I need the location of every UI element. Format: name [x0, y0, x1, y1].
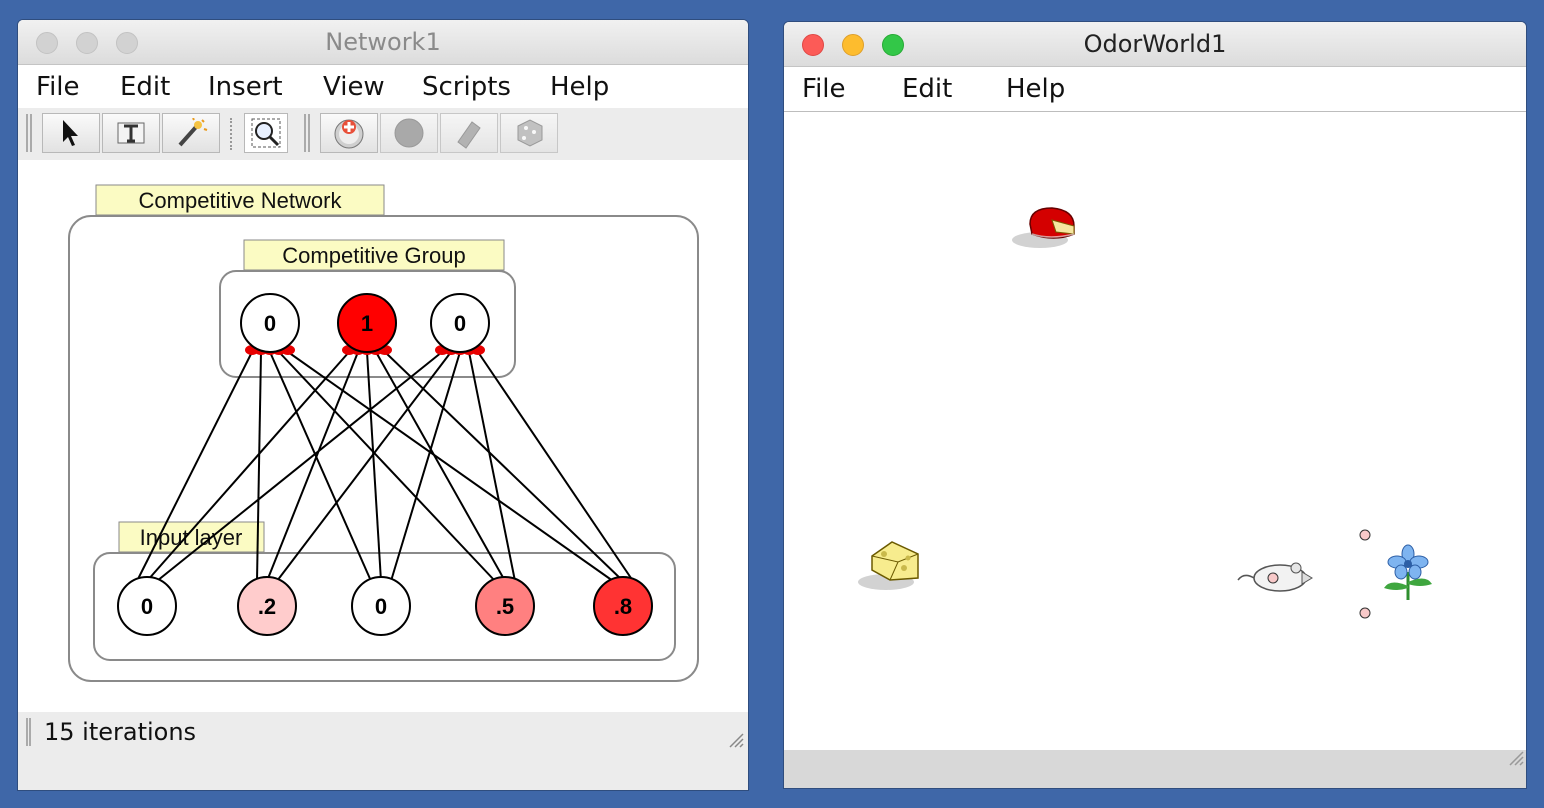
odor-world-canvas[interactable]: [784, 112, 1526, 750]
menu-scripts[interactable]: Scripts: [422, 65, 511, 109]
swiss-cheese-icon[interactable]: [856, 534, 922, 596]
select-tool-button[interactable]: [42, 113, 100, 153]
synapse-line[interactable]: [278, 351, 496, 582]
network-bottom-strip: [18, 752, 748, 790]
zoom-fit-icon: [251, 118, 281, 148]
sensor-icon: [1359, 529, 1371, 541]
neuron-activation-label: 0: [454, 311, 466, 336]
neuron-activation-label: 0: [264, 311, 276, 336]
input-neuron[interactable]: .5: [475, 576, 535, 636]
text-tool-icon: [117, 122, 145, 144]
eraser-button[interactable]: [440, 113, 498, 153]
menu-file[interactable]: File: [802, 67, 846, 111]
neuron-activation-label: .2: [258, 594, 276, 619]
network-statusbar: 15 iterations: [18, 712, 748, 752]
network-titlebar[interactable]: Network1: [18, 20, 748, 65]
input-neuron[interactable]: 0: [351, 576, 411, 636]
competitive-neuron[interactable]: 1: [337, 293, 397, 353]
neuron-activation-label: .5: [496, 594, 514, 619]
window-title: OdorWorld1: [1083, 30, 1227, 58]
synapse-line[interactable]: [156, 351, 443, 582]
clear-neurons-button[interactable]: [380, 113, 438, 153]
add-neuron-icon: [334, 119, 364, 149]
odorworld-titlebar[interactable]: OdorWorld1: [784, 22, 1526, 67]
network-toolbar: [18, 108, 748, 160]
network-diagram: Competitive Network Competitive Group In…: [68, 184, 699, 682]
menu-help[interactable]: Help: [1006, 67, 1065, 111]
competitive-neuron[interactable]: 0: [240, 293, 300, 353]
toolbar-separator: [230, 118, 234, 150]
zoom-fit-button[interactable]: [244, 113, 288, 153]
blue-flower-icon[interactable]: [1380, 542, 1436, 604]
odorworld-window: OdorWorld1 File Edit Help: [784, 22, 1526, 788]
synapse-line[interactable]: [269, 351, 372, 582]
synapse-line[interactable]: [477, 351, 634, 582]
network-label: Competitive Network: [139, 188, 343, 213]
mouse-agent-icon[interactable]: [1236, 554, 1316, 598]
network-canvas[interactable]: Competitive Network Competitive Group In…: [18, 160, 748, 712]
odorworld-bottom-bar: [784, 750, 1526, 788]
menu-view[interactable]: View: [323, 65, 385, 109]
sensor-icon: [1359, 607, 1371, 619]
neuron-activation-label: 0: [141, 594, 153, 619]
clear-neuron-icon: [394, 118, 424, 148]
neuron-activation-label: .8: [614, 594, 632, 619]
window-title: Network1: [325, 28, 441, 56]
input-neuron[interactable]: 0: [117, 576, 177, 636]
menu-help[interactable]: Help: [550, 65, 609, 109]
synapse-line[interactable]: [384, 351, 624, 582]
competitive-neuron[interactable]: 0: [430, 293, 490, 353]
group-label: Competitive Group: [282, 243, 465, 268]
network-window: Network1 File Edit Insert View Scripts H…: [18, 20, 748, 790]
synapse-line[interactable]: [366, 351, 382, 582]
text-tool-button[interactable]: [102, 113, 160, 153]
menu-edit[interactable]: Edit: [902, 67, 952, 111]
iteration-status: 15 iterations: [44, 718, 197, 746]
randomize-button[interactable]: [500, 113, 558, 153]
eraser-icon: [457, 121, 481, 149]
toolbar-grip[interactable]: [26, 114, 32, 152]
synapse-line[interactable]: [375, 351, 506, 582]
menu-edit[interactable]: Edit: [120, 65, 170, 109]
status-grip: [26, 718, 31, 746]
add-neuron-button[interactable]: [320, 113, 378, 153]
randomize-icon: [517, 119, 543, 147]
odorworld-menubar: File Edit Help: [784, 67, 1526, 112]
wand-tool-button[interactable]: [162, 113, 220, 153]
red-cheese-wheel-icon[interactable]: [1010, 204, 1082, 256]
toolbar-grip-2[interactable]: [304, 114, 310, 152]
wand-icon: [178, 118, 208, 147]
resize-grip-icon[interactable]: [724, 728, 744, 748]
network-menubar: File Edit Insert View Scripts Help: [18, 65, 748, 110]
select-arrow-icon: [63, 120, 78, 146]
synapse-line[interactable]: [468, 351, 516, 582]
menu-insert[interactable]: Insert: [208, 65, 283, 109]
menu-file[interactable]: File: [36, 65, 80, 109]
resize-grip-icon[interactable]: [1504, 746, 1524, 766]
neuron-activation-label: 0: [375, 594, 387, 619]
neuron-activation-label: 1: [361, 311, 373, 336]
input-neuron[interactable]: .8: [593, 576, 653, 636]
input-neuron[interactable]: .2: [237, 576, 297, 636]
